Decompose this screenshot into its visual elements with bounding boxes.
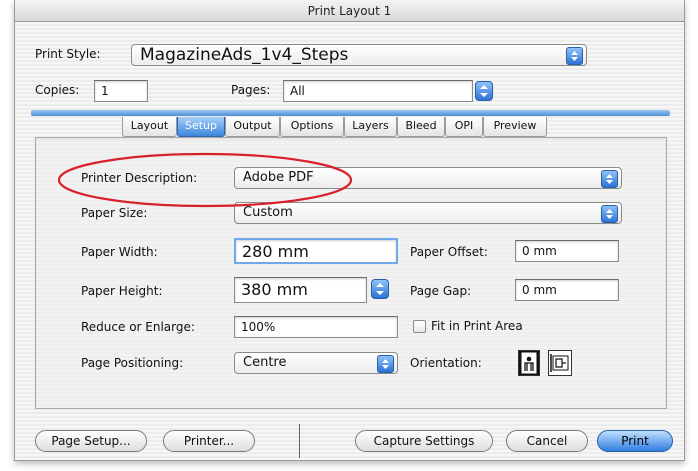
tab-layers[interactable]: Layers <box>344 117 397 137</box>
print-button[interactable]: Print <box>597 430 673 452</box>
page-positioning-value: Centre <box>243 355 287 370</box>
reduce-enlarge-label: Reduce or Enlarge: <box>81 320 195 334</box>
cancel-button[interactable]: Cancel <box>506 430 588 452</box>
pages-popup-arrow[interactable] <box>475 81 493 101</box>
tab-bar <box>31 110 670 116</box>
paper-width-field[interactable]: 280 mm <box>234 238 398 264</box>
printer-button[interactable]: Printer... <box>163 430 255 452</box>
paper-offset-field[interactable]: 0 mm <box>515 240 619 262</box>
paper-height-stepper[interactable] <box>371 279 389 299</box>
chevron-updown-icon <box>377 355 394 373</box>
copies-field[interactable]: 1 <box>94 80 148 102</box>
paper-width-label: Paper Width: <box>81 245 158 259</box>
landscape-orientation-icon[interactable] <box>548 350 572 376</box>
page-positioning-label: Page Positioning: <box>81 356 184 370</box>
page-positioning-popup[interactable]: Centre <box>234 352 398 374</box>
tab-output[interactable]: Output <box>225 117 280 137</box>
page-gap-field[interactable]: 0 mm <box>515 279 619 301</box>
fit-in-print-area-label: Fit in Print Area <box>431 319 523 333</box>
page-gap-label: Page Gap: <box>410 284 472 298</box>
tab-layout[interactable]: Layout <box>122 117 177 137</box>
tab-bleed[interactable]: Bleed <box>397 117 445 137</box>
chevron-updown-icon <box>480 85 488 97</box>
fit-in-print-area-checkbox[interactable] <box>413 320 426 333</box>
chevron-updown-icon <box>566 47 583 65</box>
tab-options[interactable]: Options <box>280 117 344 137</box>
annotation-circle <box>57 152 353 208</box>
orientation-label: Orientation: <box>410 356 482 370</box>
print-style-popup[interactable]: MagazineAds_1v4_Steps <box>131 44 587 66</box>
paper-height-field[interactable]: 380 mm <box>234 277 367 303</box>
reduce-enlarge-field[interactable]: 100% <box>234 316 398 338</box>
paper-height-label: Paper Height: <box>81 284 163 298</box>
paper-offset-label: Paper Offset: <box>410 245 488 259</box>
capture-settings-button[interactable]: Capture Settings <box>355 430 493 452</box>
tab-preview[interactable]: Preview <box>483 117 547 137</box>
pages-label: Pages: <box>231 83 271 97</box>
print-dialog-window: Print Layout 1 Print Style: MagazineAds_… <box>14 0 685 461</box>
pages-field[interactable]: All <box>283 80 473 102</box>
window-title: Print Layout 1 <box>15 0 684 22</box>
portrait-orientation-icon[interactable] <box>518 350 540 376</box>
chevron-updown-icon <box>376 283 384 295</box>
button-separator <box>299 424 300 458</box>
chevron-updown-icon <box>601 205 618 223</box>
print-style-label: Print Style: <box>35 47 101 61</box>
print-style-value: MagazineAds_1v4_Steps <box>140 45 349 65</box>
tab-opi[interactable]: OPI <box>445 117 483 137</box>
copies-label: Copies: <box>35 83 80 97</box>
tab-setup[interactable]: Setup <box>177 117 225 137</box>
chevron-updown-icon <box>601 170 618 188</box>
page-setup-button[interactable]: Page Setup... <box>35 430 147 452</box>
